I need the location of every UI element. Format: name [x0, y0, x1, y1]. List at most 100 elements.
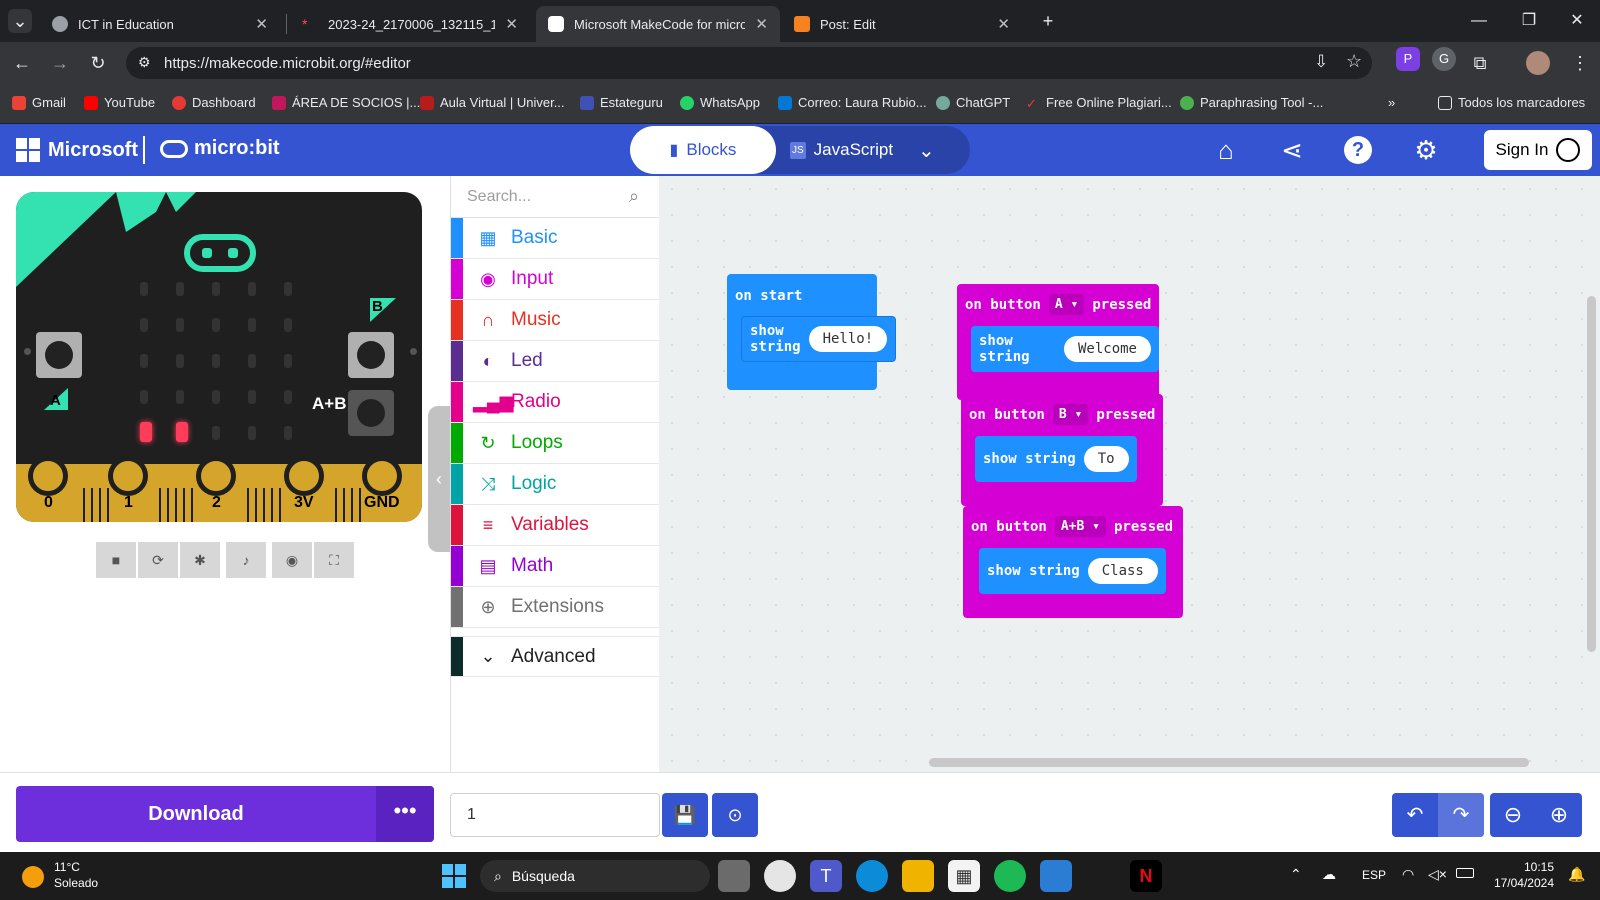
bookmark-estateguru[interactable]: Estateguru [580, 95, 663, 110]
chrome-icon[interactable] [764, 860, 796, 892]
bookmark-youtube[interactable]: YouTube [84, 95, 155, 110]
notification-bell-icon[interactable]: 🔔 [1568, 866, 1585, 883]
profile-avatar[interactable] [1526, 51, 1550, 75]
file-explorer-icon[interactable] [902, 860, 934, 892]
restart-icon[interactable]: ⟳ [138, 542, 178, 578]
blocks-workspace[interactable]: on start show string Hello! on button A … [659, 176, 1600, 772]
pin-0[interactable] [28, 456, 68, 496]
temperature-text[interactable]: 11°C [54, 860, 80, 874]
on-button-ab-block[interactable]: on button A+B ▾ pressed show string Clas… [963, 506, 1183, 618]
site-info-icon[interactable]: ⚙ [138, 54, 151, 71]
show-string-block[interactable]: show string Welcome [971, 326, 1159, 372]
forward-button[interactable]: → [48, 51, 72, 75]
grammarly-icon[interactable]: G [1432, 47, 1456, 71]
string-value-field[interactable]: To [1083, 446, 1129, 472]
spotify-icon[interactable] [994, 860, 1026, 892]
sign-in-button[interactable]: Sign In [1484, 130, 1592, 170]
install-app-icon[interactable]: ⇩ [1314, 52, 1328, 72]
button-ab[interactable] [348, 390, 394, 436]
microbit-logo-touch[interactable] [184, 234, 256, 272]
sun-weather-icon[interactable] [22, 866, 44, 888]
extension-p-icon[interactable]: P [1396, 47, 1420, 71]
button-a[interactable] [36, 332, 82, 378]
help-icon[interactable]: ? [1344, 136, 1372, 164]
bookmark-star-icon[interactable]: ☆ [1346, 51, 1362, 72]
vertical-scrollbar[interactable] [1587, 296, 1596, 652]
sound-icon[interactable]: ♪ [226, 542, 266, 578]
string-value-field[interactable]: Hello! [808, 326, 888, 352]
fullscreen-icon[interactable]: ⛶ [314, 542, 354, 578]
save-icon[interactable]: 💾 [662, 793, 708, 837]
show-string-block[interactable]: show string To [975, 436, 1137, 482]
pin-2[interactable] [196, 456, 236, 496]
category-advanced[interactable]: ⌄ Advanced [451, 636, 659, 677]
word-document-icon[interactable] [1040, 860, 1072, 892]
share-icon[interactable]: ⋖ [1276, 134, 1308, 166]
button-b[interactable] [348, 332, 394, 378]
bookmark-plagiarism[interactable]: ✓ Free Online Plagiari... [1026, 95, 1172, 111]
bookmark-area-socios[interactable]: ÁREA DE SOCIOS |... [272, 95, 420, 110]
show-string-block[interactable]: show string Hello! [741, 316, 897, 362]
edge-icon[interactable] [856, 860, 888, 892]
pin-1[interactable] [108, 456, 148, 496]
tab-javascript[interactable]: JS JavaScript [790, 126, 893, 174]
browser-menu-icon[interactable]: ⋮ [1568, 51, 1592, 75]
button-dropdown[interactable]: A+B ▾ [1054, 516, 1106, 537]
category-logic[interactable]: ⤨ Logic [451, 464, 659, 505]
category-input[interactable]: ◉ Input [451, 259, 659, 300]
category-basic[interactable]: ▦ Basic [451, 218, 659, 259]
onedrive-cloud-icon[interactable]: ☁ [1322, 866, 1336, 883]
download-button[interactable]: Download ••• [16, 786, 434, 842]
screenshot-camera-icon[interactable]: ◉ [272, 542, 312, 578]
close-tab-icon[interactable]: ✕ [505, 15, 518, 33]
bookmark-gmail[interactable]: Gmail [12, 95, 66, 110]
undo-icon[interactable]: ↶ [1392, 793, 1438, 837]
tab-blocks[interactable]: ▮ Blocks [630, 126, 776, 174]
pin-gnd[interactable] [362, 456, 402, 496]
close-tab-icon[interactable]: ✕ [997, 15, 1010, 33]
reload-button[interactable]: ↻ [86, 51, 110, 75]
netflix-icon[interactable]: N [1130, 860, 1162, 892]
category-extensions[interactable]: ⊕ Extensions [451, 587, 659, 628]
all-bookmarks-folder[interactable]: Todos los marcadores [1438, 95, 1585, 110]
string-value-field[interactable]: Class [1087, 558, 1158, 584]
category-led[interactable]: ◐ Led [451, 341, 659, 382]
category-music[interactable]: ∩ Music [451, 300, 659, 341]
language-indicator[interactable]: ESP [1362, 868, 1386, 882]
home-icon[interactable]: ⌂ [1210, 134, 1242, 166]
button-dropdown[interactable]: B ▾ [1052, 404, 1089, 425]
browser-tab[interactable]: * 2023-24_2170006_132115_177... ✕ [290, 6, 530, 42]
redo-icon[interactable]: ↷ [1438, 793, 1484, 837]
bookmark-correo[interactable]: Correo: Laura Rubio... [778, 95, 927, 110]
new-tab-button[interactable]: + [1036, 9, 1060, 33]
category-variables[interactable]: ≡ Variables [451, 505, 659, 546]
close-tab-icon[interactable]: ✕ [755, 15, 768, 33]
category-radio[interactable]: ▂▄▆ Radio [451, 382, 659, 423]
github-icon[interactable]: ⊙ [712, 793, 758, 837]
search-icon[interactable]: ⌕ [629, 186, 639, 207]
url-text[interactable]: https://makecode.microbit.org/#editor [164, 55, 411, 72]
toolbox-search[interactable]: Search... ⌕ [451, 176, 659, 218]
battery-icon[interactable] [1456, 868, 1474, 878]
language-dropdown-chevron-icon[interactable]: ⌄ [918, 138, 935, 163]
show-string-block[interactable]: show string Class [979, 548, 1166, 594]
settings-gear-icon[interactable]: ⚙ [1410, 134, 1442, 166]
string-value-field[interactable]: Welcome [1063, 336, 1151, 362]
collapse-simulator-button[interactable]: ‹ [428, 406, 450, 552]
bookmark-chatgpt[interactable]: ChatGPT [936, 95, 1010, 110]
volume-muted-icon[interactable]: ◁× [1428, 866, 1447, 883]
microbit-logo[interactable]: micro:bit [160, 137, 280, 160]
bookmark-dashboard[interactable]: Dashboard [172, 95, 256, 110]
restore-button[interactable]: ❐ [1506, 8, 1552, 34]
tray-chevron-up-icon[interactable]: ⌃ [1290, 866, 1302, 883]
on-start-block[interactable]: on start show string Hello! [727, 274, 897, 390]
microsoft-store-icon[interactable]: ▦ [948, 860, 980, 892]
bookmark-paraphrasing[interactable]: Paraphrasing Tool -... [1180, 95, 1323, 110]
clock-time[interactable]: 10:15 [1506, 860, 1554, 874]
on-button-a-block[interactable]: on button A ▾ pressed show string Welcom… [957, 284, 1159, 400]
zoom-in-icon[interactable]: ⊕ [1536, 793, 1582, 837]
button-dropdown[interactable]: A ▾ [1048, 294, 1085, 315]
browser-tab[interactable]: ICT in Education ✕ [40, 6, 280, 42]
microsoft-logo[interactable]: Microsoft [16, 138, 138, 162]
close-window-button[interactable]: ✕ [1554, 8, 1600, 34]
